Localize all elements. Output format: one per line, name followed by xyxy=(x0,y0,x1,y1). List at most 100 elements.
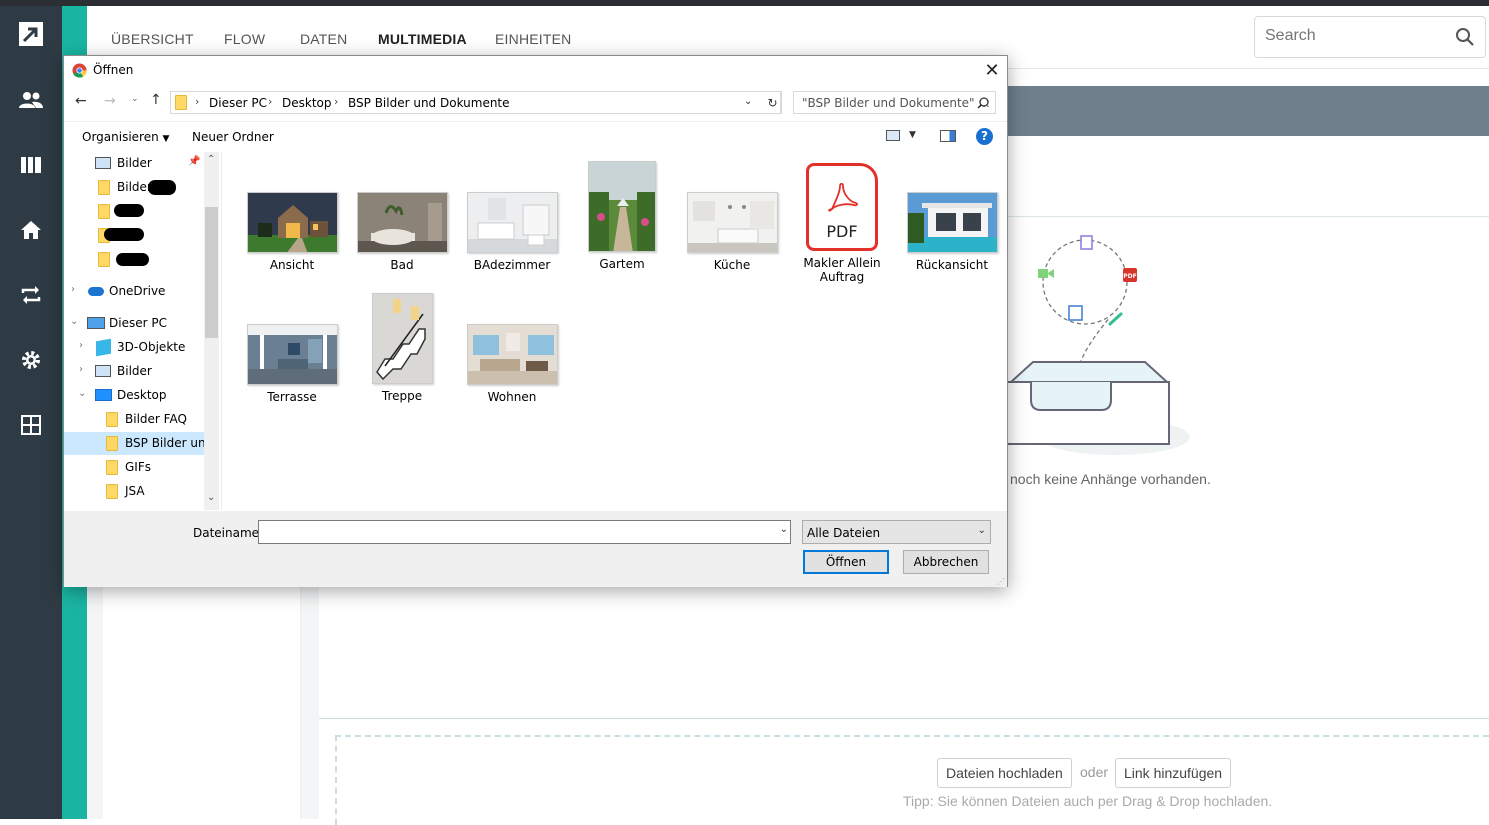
tab-multimedia[interactable]: MULTIMEDIA xyxy=(378,31,467,47)
breadcrumb-this-pc[interactable]: Dieser PC xyxy=(209,96,267,110)
filename-input[interactable]: ⌄ xyxy=(258,520,791,544)
dialog-search-placeholder: "BSP Bilder und Dokumente" ... xyxy=(802,96,990,110)
file-item-makler-pdf[interactable]: PDF Makler Allein Auftrag xyxy=(792,163,892,284)
nav-item-bilder[interactable]: Bilder 📌 xyxy=(64,152,204,175)
left-panel xyxy=(103,586,301,819)
nav-item-gifs[interactable]: GIFs xyxy=(64,456,204,479)
chevron-down-icon[interactable]: ⌄ xyxy=(744,96,752,107)
divider xyxy=(1007,216,1489,217)
help-icon[interactable]: ? xyxy=(976,128,993,145)
empty-attachments-illustration: PDF xyxy=(1006,235,1190,455)
section-header-band xyxy=(1007,86,1489,136)
pictures-icon xyxy=(95,157,111,169)
tab-daten[interactable]: DATEN xyxy=(300,31,347,47)
nav-item-label: Desktop xyxy=(117,388,167,402)
cancel-button[interactable]: Abbrechen xyxy=(903,550,989,574)
breadcrumb-current[interactable]: BSP Bilder und Dokumente xyxy=(348,96,510,110)
resize-grip-icon[interactable]: ⋰ xyxy=(997,577,1005,586)
preview-pane-icon[interactable] xyxy=(940,130,956,142)
breadcrumb-desktop[interactable]: Desktop xyxy=(282,96,332,110)
settings-icon[interactable] xyxy=(0,340,62,380)
close-icon[interactable]: ✕ xyxy=(977,56,1007,84)
scrollbar-thumb[interactable] xyxy=(205,207,218,338)
chevron-right-icon[interactable]: › xyxy=(79,364,83,375)
view-options-icon[interactable] xyxy=(886,130,900,141)
upload-files-button[interactable]: Dateien hochladen xyxy=(937,758,1072,788)
pc-icon xyxy=(87,317,105,329)
file-item-wohnen[interactable]: Wohnen xyxy=(462,324,562,404)
search-icon[interactable] xyxy=(1455,27,1475,52)
nav-item-bilder-faq[interactable]: Bilder FAQ xyxy=(64,408,204,431)
search-icon[interactable] xyxy=(977,97,989,109)
desktop-icon xyxy=(95,389,112,401)
caret-down-icon[interactable]: ▼ xyxy=(909,130,916,140)
nav-item-jsa[interactable]: JSA xyxy=(64,480,204,503)
nav-item-onedrive[interactable]: › OneDrive xyxy=(64,280,204,303)
nav-item-desktop[interactable]: ⌄ Desktop xyxy=(64,384,204,407)
tab-uebersicht[interactable]: ÜBERSICHT xyxy=(111,31,194,47)
up-icon[interactable]: ↑ xyxy=(150,92,162,108)
chevron-down-icon[interactable]: ⌄ xyxy=(978,525,986,536)
chevron-down-icon[interactable]: ⌄ xyxy=(78,388,86,399)
nav-item-this-pc[interactable]: ⌄ Dieser PC xyxy=(64,312,204,335)
file-item-terrasse[interactable]: Terrasse xyxy=(242,324,342,404)
nav-item-pictures[interactable]: › Bilder xyxy=(64,360,204,383)
nav-item-redacted[interactable] xyxy=(64,248,204,271)
file-item-treppe[interactable]: Treppe xyxy=(352,293,452,403)
nav-item-bsp-bilder[interactable]: BSP Bilder und xyxy=(64,432,213,455)
scroll-up-icon[interactable]: ⌃ xyxy=(207,154,215,165)
redaction-mark xyxy=(114,204,144,217)
users-icon[interactable] xyxy=(0,80,62,120)
add-link-button[interactable]: Link hinzufügen xyxy=(1115,758,1232,788)
open-button[interactable]: Öffnen xyxy=(803,550,889,574)
recent-dropdown-icon[interactable]: ⌄ xyxy=(131,94,139,104)
folder-icon xyxy=(106,460,118,475)
file-item-gartem[interactable]: Gartem xyxy=(572,161,672,271)
grid-icon[interactable] xyxy=(0,405,62,445)
nav-item-redacted[interactable] xyxy=(64,224,204,247)
file-name: Ansicht xyxy=(269,258,315,272)
address-row: ← → ⌄ ↑ › Dieser PC › Desktop › BSP Bild… xyxy=(64,88,1007,118)
chevron-down-icon[interactable]: ⌄ xyxy=(780,524,788,535)
pin-icon[interactable]: 📌 xyxy=(188,156,200,167)
redaction-mark xyxy=(116,253,149,266)
image-thumbnail xyxy=(466,192,558,253)
chrome-icon xyxy=(72,63,87,78)
search-input[interactable] xyxy=(1265,27,1445,45)
nav-item-bilder-redacted[interactable]: Bilder xyxy=(64,176,204,199)
file-item-badezimmer[interactable]: BAdezimmer xyxy=(462,192,562,272)
file-item-kueche[interactable]: Küche xyxy=(682,192,782,272)
refresh-icon[interactable]: ↻ xyxy=(764,91,782,114)
board-icon[interactable] xyxy=(0,145,62,185)
search-box[interactable] xyxy=(1254,16,1486,58)
scroll-down-icon[interactable]: ⌄ xyxy=(207,492,215,503)
filetype-select[interactable]: Alle Dateien ⌄ xyxy=(802,520,991,544)
background-gutter xyxy=(301,586,319,819)
chevron-right-icon[interactable]: › xyxy=(71,284,75,295)
dialog-titlebar[interactable]: Öffnen ✕ xyxy=(64,56,1007,86)
logo-icon[interactable] xyxy=(0,14,62,54)
repeat-icon[interactable] xyxy=(0,275,62,315)
organize-button[interactable]: Organisieren ▼ xyxy=(82,130,169,144)
file-item-rueckansicht[interactable]: Rückansicht xyxy=(902,192,1002,272)
file-item-ansicht[interactable]: Ansicht xyxy=(242,192,342,272)
nav-item-label: Bilder xyxy=(117,180,152,194)
chevron-down-icon[interactable]: ⌄ xyxy=(70,316,78,327)
image-thumbnail xyxy=(906,192,998,253)
tab-flow[interactable]: FLOW xyxy=(224,31,265,47)
address-bar[interactable]: › Dieser PC › Desktop › BSP Bilder und D… xyxy=(170,91,781,114)
onedrive-icon xyxy=(88,287,104,296)
nav-item-redacted[interactable] xyxy=(64,200,204,223)
folder-icon xyxy=(106,436,118,451)
dialog-search-box[interactable]: "BSP Bilder und Dokumente" ... xyxy=(793,91,996,114)
back-icon[interactable]: ← xyxy=(75,93,87,109)
home-icon[interactable] xyxy=(0,210,62,250)
chevron-right-icon[interactable]: › xyxy=(79,340,83,351)
file-item-bad[interactable]: Bad xyxy=(352,192,452,272)
drop-zone[interactable] xyxy=(335,735,1489,825)
tab-einheiten[interactable]: EINHEITEN xyxy=(495,31,571,47)
nav-item-3d-objects[interactable]: › 3D-Objekte xyxy=(64,336,204,359)
new-folder-button[interactable]: Neuer Ordner xyxy=(192,130,274,144)
nav-item-label: GIFs xyxy=(125,460,151,474)
forward-icon[interactable]: → xyxy=(104,93,116,109)
